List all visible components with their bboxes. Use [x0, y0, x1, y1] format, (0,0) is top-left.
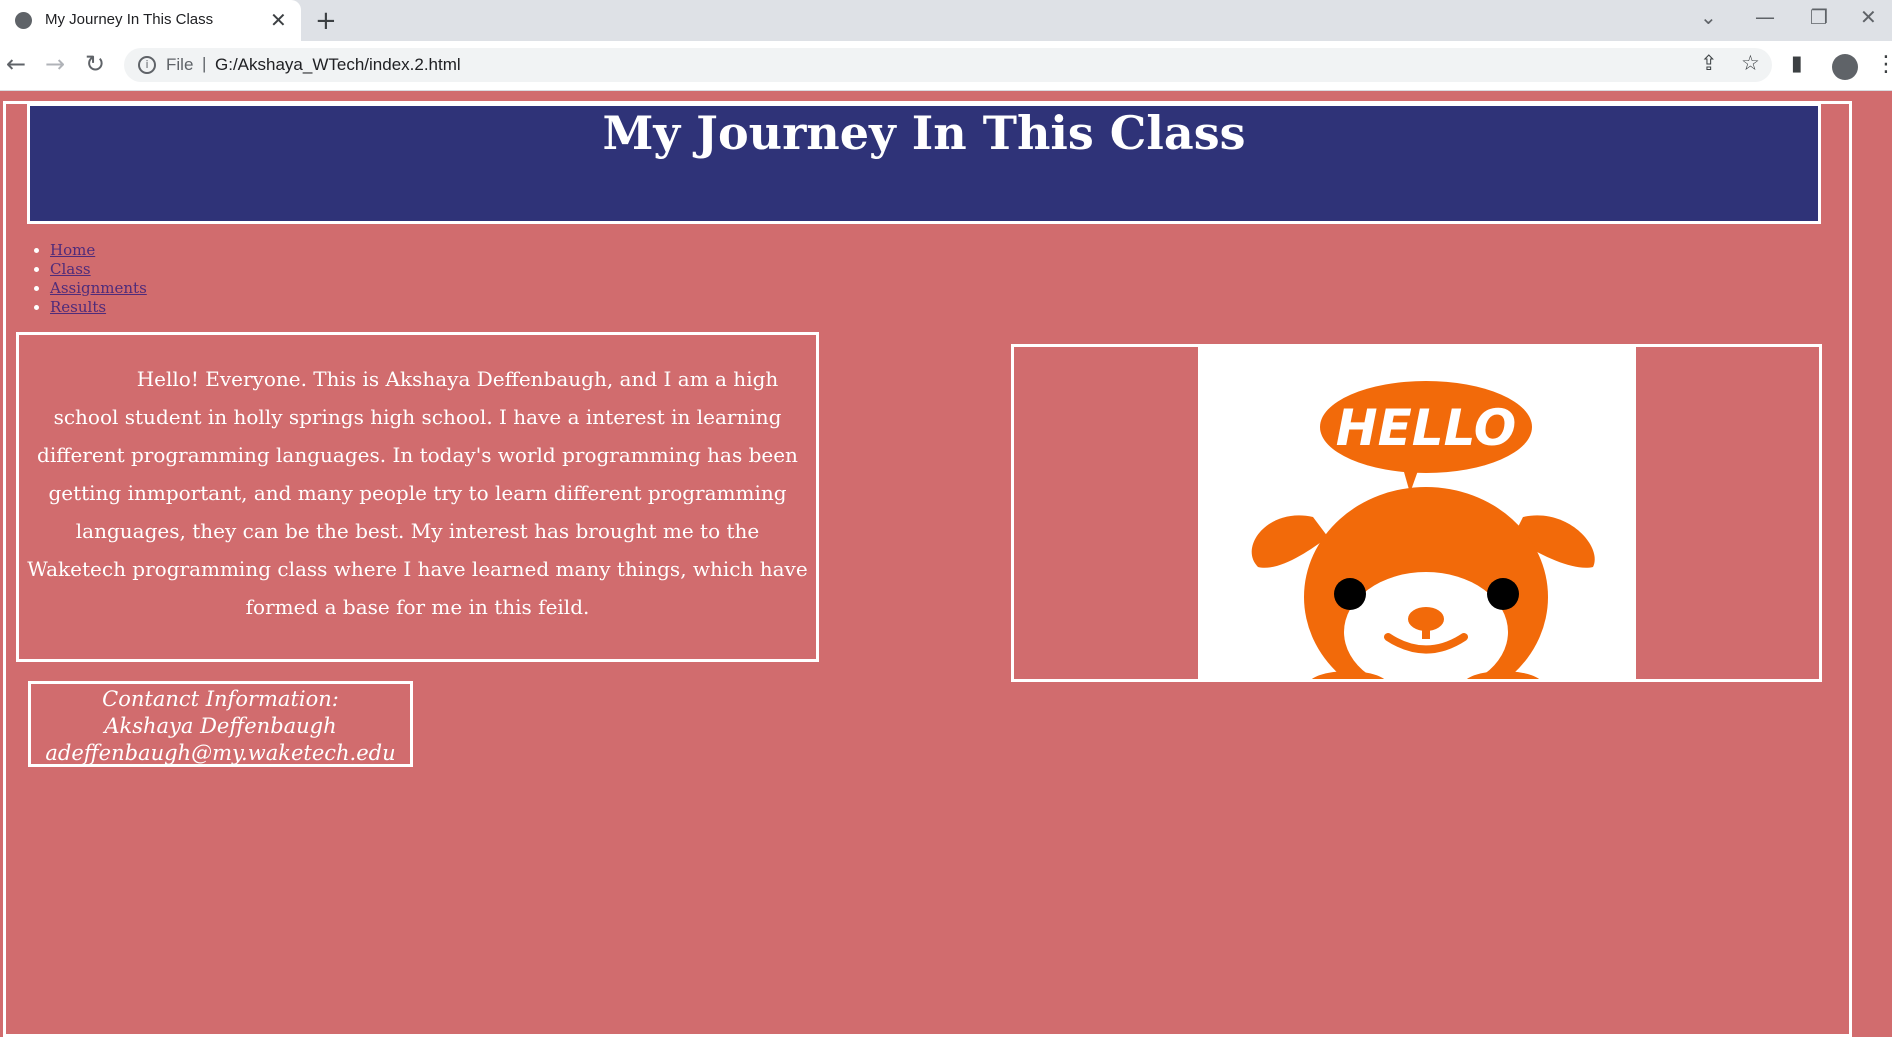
info-icon[interactable]: i — [138, 56, 156, 74]
bubble-text: HELLO — [1336, 399, 1516, 457]
address-bar[interactable]: i File | G:/Akshaya_WTech/index.2.html — [124, 48, 1772, 82]
forward-icon[interactable]: → — [45, 50, 65, 78]
contact-email: adeffenbaugh@my.waketech.edu — [45, 741, 396, 765]
image-frame: HELLO — [1011, 344, 1822, 682]
nav-item-assignments: Assignments — [50, 279, 147, 298]
tab-title: My Journey In This Class — [45, 11, 214, 28]
minimize-button[interactable]: — — [1755, 5, 1775, 29]
back-icon[interactable]: ← — [6, 50, 26, 78]
page-body: My Journey In This Class Home Class Assi… — [0, 91, 1892, 1037]
contact-box: Contanct Information: Akshaya Deffenbaug… — [28, 681, 413, 767]
hello-dog-image: HELLO — [1198, 347, 1636, 679]
contact-name: Akshaya Deffenbaugh — [104, 714, 337, 738]
tab-search-icon[interactable]: ⌄ — [1700, 5, 1717, 29]
nav-link-assignments[interactable]: Assignments — [50, 279, 147, 297]
contact-heading: Contanct Information: — [102, 687, 339, 711]
menu-icon[interactable]: ⋮ — [1875, 52, 1892, 77]
intro-box: Hello! Everyone. This is Akshaya Deffenb… — [16, 332, 819, 662]
url-text[interactable]: G:/Akshaya_WTech/index.2.html — [215, 55, 461, 75]
nav-link-class[interactable]: Class — [50, 260, 91, 278]
share-icon[interactable]: ⇪ — [1700, 51, 1718, 75]
tab-strip: My Journey In This Class ✕ + ⌄ — ❐ ✕ — [0, 0, 1892, 41]
globe-icon — [15, 12, 32, 29]
star-icon[interactable]: ☆ — [1741, 51, 1760, 75]
browser-tab[interactable]: My Journey In This Class ✕ — [0, 0, 301, 41]
url-scheme: File — [166, 55, 194, 74]
window-close-button[interactable]: ✕ — [1860, 5, 1877, 29]
nav-item-home: Home — [50, 241, 147, 260]
nav-menu: Home Class Assignments Results — [22, 241, 147, 317]
page-header: My Journey In This Class — [27, 103, 1821, 224]
side-panel-icon[interactable]: ▮ — [1791, 51, 1803, 75]
hello-dog-illustration: HELLO — [1251, 381, 1595, 679]
nav-item-results: Results — [50, 298, 147, 317]
profile-icon[interactable] — [1832, 54, 1858, 80]
restore-button[interactable]: ❐ — [1810, 5, 1828, 29]
new-tab-button[interactable]: + — [315, 6, 337, 36]
scheme-divider: | — [202, 54, 207, 73]
intro-text: Hello! Everyone. This is Akshaya Deffenb… — [27, 367, 808, 619]
nav-item-class: Class — [50, 260, 147, 279]
page-title: My Journey In This Class — [602, 106, 1246, 160]
browser-toolbar: ← → ↻ i File | G:/Akshaya_WTech/index.2.… — [0, 41, 1892, 91]
tab-close-icon[interactable]: ✕ — [270, 8, 287, 32]
reload-icon[interactable]: ↻ — [85, 50, 105, 78]
nav-link-home[interactable]: Home — [50, 241, 95, 259]
nav-link-results[interactable]: Results — [50, 298, 106, 316]
